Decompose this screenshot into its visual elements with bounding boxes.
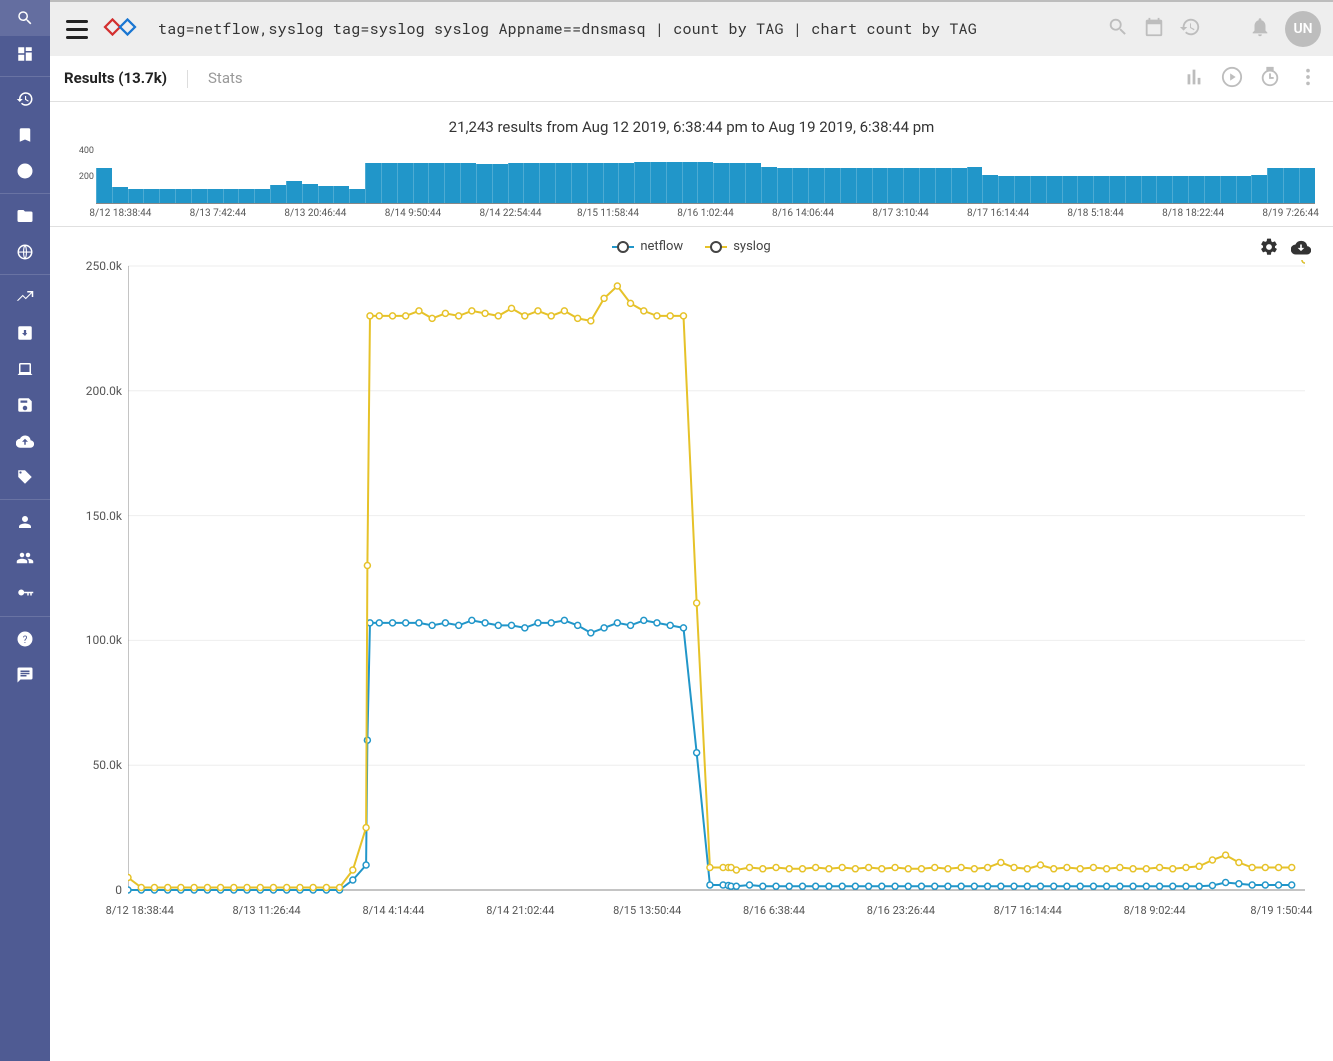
bar-chart-icon[interactable]: [1183, 66, 1205, 92]
sidebar-search[interactable]: [0, 0, 50, 36]
sidebar-chat[interactable]: [0, 657, 50, 693]
sidebar-trend[interactable]: [0, 279, 50, 315]
tab-actions: [1183, 66, 1319, 92]
topbar-actions: UN: [1107, 11, 1321, 47]
app-logo[interactable]: [102, 15, 138, 43]
sidebar-history[interactable]: [0, 81, 50, 117]
topbar: UN: [50, 0, 1333, 56]
sidebar-dashboard[interactable]: [0, 36, 50, 72]
svg-text:?: ?: [23, 635, 28, 646]
sidebar-globe[interactable]: [0, 234, 50, 270]
line-chart[interactable]: 050.0k100.0k150.0k200.0k250.0k 8/12 18:3…: [128, 260, 1305, 940]
sidebar-group[interactable]: [0, 540, 50, 576]
user-avatar[interactable]: UN: [1285, 11, 1321, 47]
sidebar-save[interactable]: [0, 387, 50, 423]
results-summary-text: 21,243 results from Aug 12 2019, 6:38:44…: [68, 118, 1315, 136]
timer-icon[interactable]: [1259, 66, 1281, 92]
tab-results[interactable]: Results (13.7k): [64, 56, 167, 101]
overview-bar-chart[interactable]: 200400 8/12 18:38:448/13 7:42:448/13 20:…: [96, 148, 1315, 218]
sidebar-bookmark[interactable]: [0, 117, 50, 153]
overview-panel: 21,243 results from Aug 12 2019, 6:38:44…: [50, 102, 1333, 227]
results-tabs-row: Results (13.7k) Stats: [50, 56, 1333, 102]
main-chart-panel: netflowsyslog 050.0k100.0k150.0k200.0k25…: [50, 227, 1333, 1061]
chart-actions: [1259, 237, 1311, 261]
sidebar-folder[interactable]: [0, 198, 50, 234]
sidebar-cloud-upload[interactable]: [0, 423, 50, 459]
main-panel: UN Results (13.7k) Stats 21,243 results …: [50, 0, 1333, 1061]
tab-stats[interactable]: Stats: [208, 56, 243, 101]
gear-icon[interactable]: [1259, 237, 1279, 261]
sidebar-key[interactable]: [0, 576, 50, 612]
sidebar-schedule[interactable]: [0, 153, 50, 189]
hamburger-menu-icon[interactable]: [62, 14, 92, 44]
search-icon[interactable]: [1107, 16, 1129, 42]
play-icon[interactable]: [1221, 66, 1243, 92]
chart-legend: netflowsyslog: [68, 239, 1315, 254]
cloud-download-icon[interactable]: [1291, 237, 1311, 261]
sidebar-download-box[interactable]: [0, 315, 50, 351]
query-input[interactable]: [148, 13, 1097, 45]
sidebar-user[interactable]: [0, 504, 50, 540]
history-icon[interactable]: [1179, 16, 1201, 42]
sidebar: ?: [0, 0, 50, 1061]
sidebar-help[interactable]: ?: [0, 621, 50, 657]
sidebar-tag[interactable]: [0, 459, 50, 495]
date-range-icon[interactable]: [1143, 16, 1165, 42]
sidebar-laptop[interactable]: [0, 351, 50, 387]
notifications-icon[interactable]: [1249, 16, 1271, 42]
more-vert-icon[interactable]: [1297, 66, 1319, 92]
